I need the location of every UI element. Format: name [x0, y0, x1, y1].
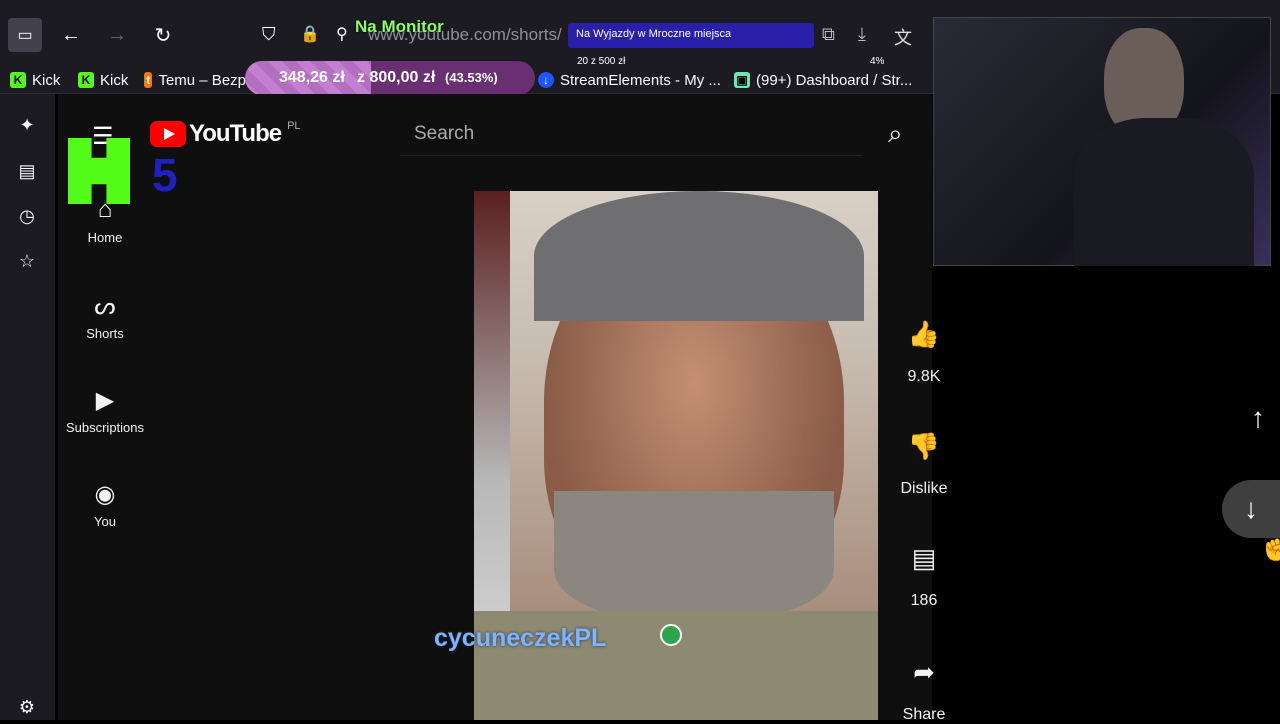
- shorts-icon: ᔕ: [94, 293, 116, 320]
- nav-subscriptions[interactable]: ▶ Subscriptions: [60, 386, 150, 435]
- nav-home[interactable]: ⌂ Home: [60, 196, 150, 245]
- monitor-label: Na Monitor: [355, 17, 444, 36]
- previous-short-arrow-icon[interactable]: ↑: [1236, 396, 1280, 440]
- bookmarks-panel-icon[interactable]: ▤: [12, 156, 42, 186]
- bookmark-streamelements[interactable]: ↓ StreamElements - My ...: [538, 68, 721, 92]
- dashboard-icon: ▣: [734, 72, 750, 88]
- subscriptions-icon: ▶: [95, 387, 115, 414]
- download-icon[interactable]: ⤓: [858, 24, 866, 45]
- bookmark-kick-1[interactable]: K Kick: [10, 68, 60, 92]
- goal-title: Na Wyjazdy w Mroczne miejsca: [576, 28, 732, 40]
- kick-icon: K: [10, 72, 26, 88]
- webcam-overlay: [933, 17, 1271, 266]
- sparkle-icon[interactable]: ✦: [12, 110, 42, 140]
- star-icon[interactable]: ☆: [12, 246, 42, 276]
- user-icon: ◉: [94, 481, 116, 508]
- channel-tag: cycuneczekPL: [434, 624, 607, 652]
- history-icon[interactable]: ◷: [12, 201, 42, 231]
- kick-icon: K: [78, 72, 94, 88]
- share-arrow-icon: ➦: [913, 657, 935, 687]
- comments-button[interactable]: ▤ 186: [894, 534, 954, 610]
- home-icon: ⌂: [97, 196, 113, 223]
- reload-icon[interactable]: ↻: [146, 18, 180, 52]
- channel-badge-icon: [660, 624, 682, 646]
- search-input[interactable]: Search: [414, 123, 474, 145]
- hand-cursor-icon: ☝: [1258, 529, 1280, 562]
- donation-percent: (43.53%): [445, 70, 498, 85]
- sidebar-toggle-icon[interactable]: ▭: [8, 18, 42, 52]
- permissions-icon: ⚲: [336, 26, 348, 43]
- share-button[interactable]: ➦ Share: [894, 648, 954, 724]
- youtube-logo[interactable]: YouTube PL: [150, 120, 301, 148]
- comment-icon: ▤: [911, 543, 937, 573]
- translate-icon[interactable]: 文: [894, 24, 912, 50]
- dislike-button[interactable]: 👎 Dislike: [894, 422, 954, 498]
- settings-gear-icon[interactable]: ⚙: [12, 692, 42, 722]
- bookmark-kick-2[interactable]: K Kick: [78, 68, 128, 92]
- nav-you[interactable]: ◉ You: [60, 480, 150, 529]
- overlay-digit: 5: [152, 149, 178, 201]
- lock-icon: 🔒: [300, 26, 320, 43]
- thumbs-down-icon: 👎: [907, 431, 941, 461]
- thumbs-up-icon: 👍: [907, 319, 941, 349]
- goal-bar: Na Wyjazdy w Mroczne miejsca: [568, 23, 814, 48]
- nav-shorts[interactable]: ᔕ Shorts: [60, 292, 150, 341]
- like-button[interactable]: 👍 9.8K: [894, 310, 954, 386]
- donation-target: z 800,00 zł: [357, 69, 436, 86]
- temu-icon: t: [144, 72, 153, 88]
- search-icon[interactable]: ⌕: [888, 118, 903, 150]
- back-arrow-icon[interactable]: ←: [54, 18, 88, 52]
- shield-icon: ⛉: [262, 24, 276, 44]
- pip-icon[interactable]: ⧉: [822, 24, 835, 45]
- donation-progress: 348,26 zł z 800,00 zł (43.53%): [245, 61, 535, 95]
- donation-amount: 348,26 zł: [279, 69, 345, 86]
- forward-arrow-icon[interactable]: →: [100, 18, 134, 52]
- bookmark-temu[interactable]: t Temu – Bezp: [144, 68, 246, 92]
- search-bar[interactable]: Search: [400, 110, 862, 156]
- browser-sidebar: ✦ ▤ ◷ ☆ ⚙: [0, 94, 55, 720]
- bookmark-dashboard[interactable]: ▣ (99+) Dashboard / Str...: [734, 68, 912, 92]
- youtube-play-icon: [150, 121, 186, 147]
- streamelements-icon: ↓: [538, 72, 554, 88]
